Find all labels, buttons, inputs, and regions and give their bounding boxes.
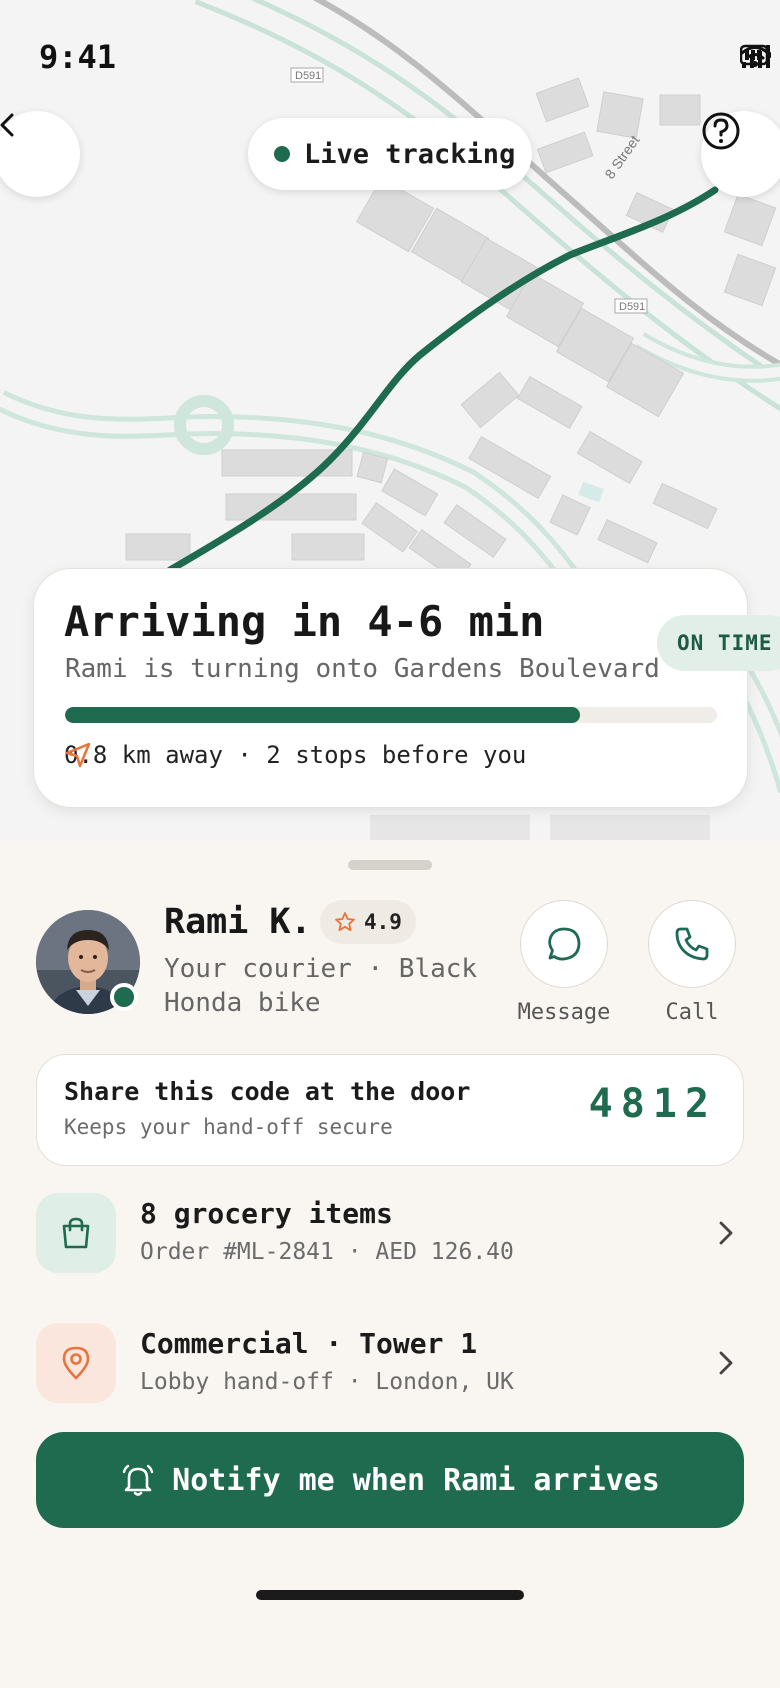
order-icon-tile (36, 1193, 116, 1273)
chevron-right-icon (719, 1221, 733, 1245)
sheet-grabber[interactable] (348, 860, 432, 870)
address-subtitle: Lobby hand-off · London, UK (140, 1369, 514, 1395)
courier-description: Your courier · Black Honda bike (164, 954, 478, 1018)
map-view[interactable]: D591 D591 8 Street 9:41 Live tracking Ar… (0, 0, 780, 840)
order-summary-row[interactable]: 8 grocery items Order #ML-2841 · AED 126… (36, 1193, 744, 1273)
delivery-address-row[interactable]: Commercial · Tower 1 Lobby hand-off · Lo… (36, 1323, 744, 1403)
notify-button[interactable]: Notify me when Rami arrives (36, 1432, 744, 1528)
eta-card: Arriving in 4-6 min Rami is turning onto… (33, 568, 780, 808)
message-label: Message (517, 1000, 611, 1025)
order-title: 8 grocery items (140, 1197, 393, 1230)
eta-progress-fill (65, 707, 581, 723)
eta-subtitle: Rami is turning onto Gardens Boulevard (65, 654, 660, 684)
message-button-circle[interactable] (520, 900, 608, 988)
online-badge (110, 983, 138, 1011)
door-code-card: Share this code at the door Keeps your h… (36, 1054, 744, 1166)
shopping-bag-icon (62, 1217, 90, 1249)
message-icon (548, 927, 581, 961)
eta-progress-bar (65, 707, 717, 723)
message-button[interactable]: Message (504, 900, 624, 1025)
home-indicator (256, 1590, 524, 1600)
back-icon (0, 113, 14, 137)
chevron-right-icon (719, 1351, 733, 1375)
on-time-badge: ON TIME (657, 615, 780, 671)
help-icon (702, 112, 740, 150)
address-title: Commercial · Tower 1 (140, 1327, 478, 1360)
live-tracking-label: Live tracking (304, 138, 516, 170)
door-code-title: Share this code at the door (64, 1077, 471, 1106)
help-button[interactable] (701, 111, 780, 197)
rating-badge: 4.9 (320, 900, 416, 944)
door-code-value: 4812 (588, 1081, 717, 1127)
bell-icon (122, 1464, 154, 1496)
live-tracking-pill: Live tracking (248, 118, 532, 190)
door-code-subtitle: Keeps your hand-off secure (64, 1115, 393, 1139)
call-button[interactable]: Call (632, 900, 752, 1025)
notify-button-label: Notify me when Rami arrives (172, 1462, 660, 1498)
call-label: Call (665, 1000, 719, 1025)
eta-meta-text: 0.8 km away · 2 stops before you (64, 741, 527, 769)
phone-icon (675, 927, 709, 961)
address-icon-tile (36, 1323, 116, 1403)
eta-meta: 0.8 km away · 2 stops before you (64, 741, 526, 769)
status-time: 9:41 (39, 38, 117, 76)
navigation-arrow-icon (65, 742, 91, 768)
call-button-circle[interactable] (648, 900, 736, 988)
live-status-dot (274, 146, 290, 162)
map-road-label: D591 (619, 301, 645, 313)
rating-value: 4.9 (364, 910, 402, 934)
star-icon (335, 912, 355, 932)
location-pin-icon (62, 1346, 90, 1380)
eta-title: Arriving in 4-6 min (64, 597, 545, 646)
status-bar: 9:41 (0, 0, 780, 110)
order-subtitle: Order #ML-2841 · AED 126.40 (140, 1239, 514, 1265)
courier-name: Rami K. (164, 902, 312, 942)
battery-icon (740, 44, 771, 66)
bottom-sheet: Rami K. 4.9 Your courier · Black Honda b… (0, 840, 780, 1688)
